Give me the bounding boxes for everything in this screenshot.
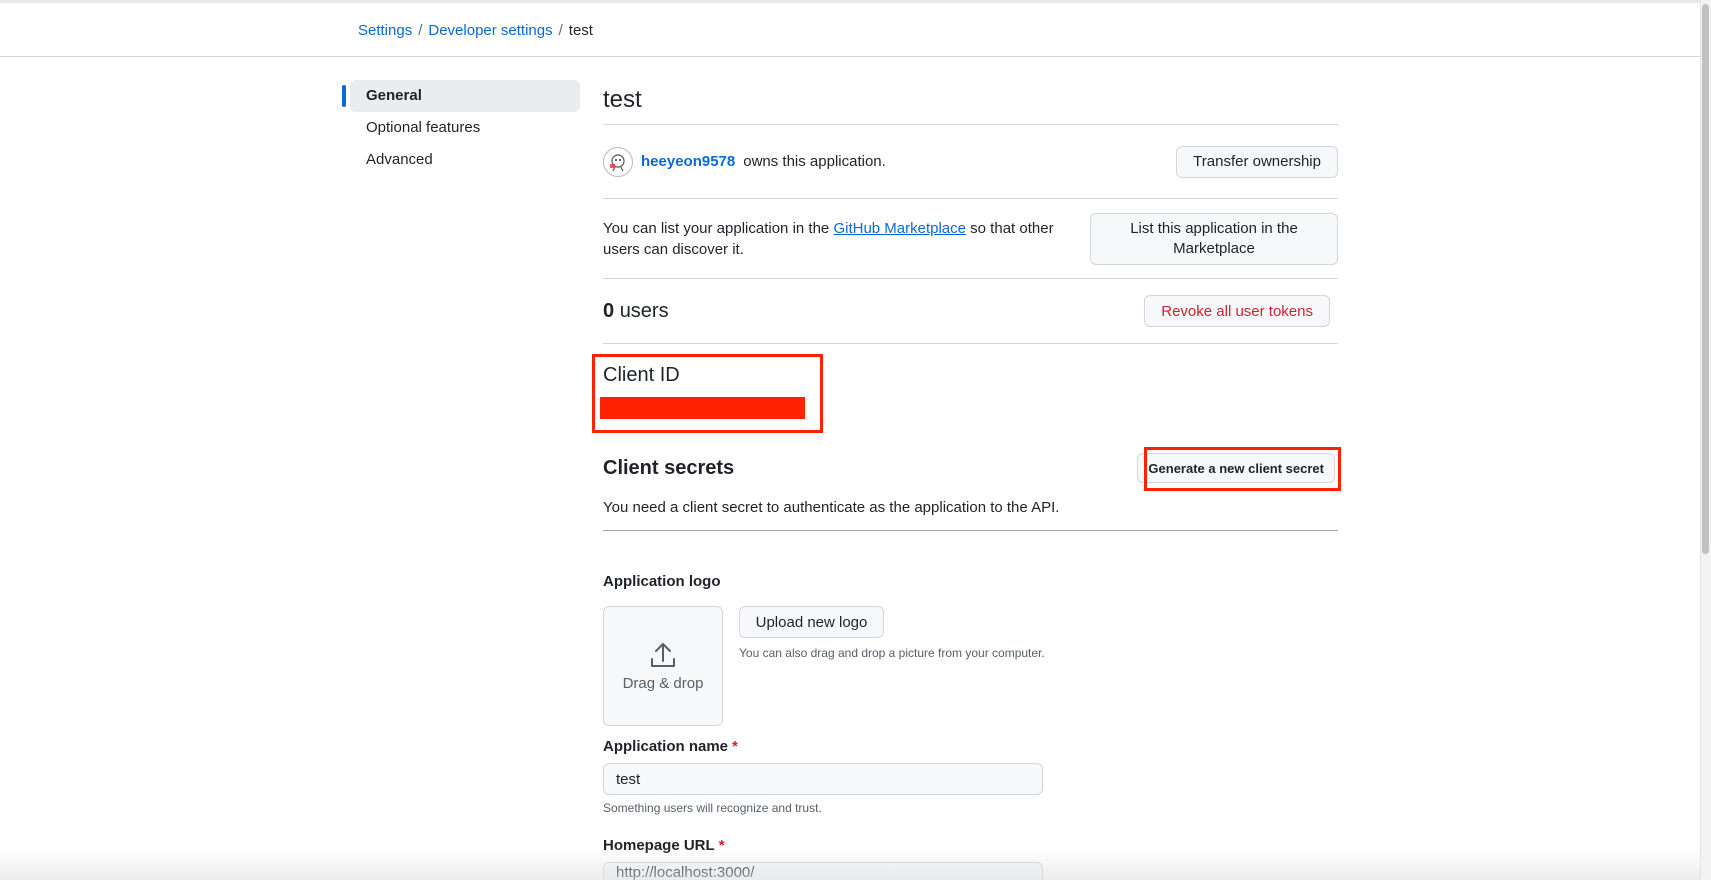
page-title: test	[603, 80, 1338, 125]
breadcrumb-settings-link[interactable]: Settings	[358, 22, 412, 39]
scrollbar-thumb[interactable]	[1702, 4, 1709, 554]
application-name-label: Application name *	[603, 738, 1338, 755]
owner-suffix: owns this application.	[743, 153, 886, 170]
users-count-number: 0	[603, 299, 615, 322]
marketplace-text-before: You can list your application in the	[603, 219, 830, 237]
marketplace-text: You can list your application in the Git…	[603, 218, 1073, 260]
sidebar-item-advanced[interactable]: Advanced	[350, 144, 580, 176]
users-count: 0 users	[603, 300, 669, 323]
client-secrets-section: Client secrets You need a client secret …	[603, 444, 1341, 531]
application-name-input[interactable]	[603, 763, 1043, 795]
users-count-label: users	[619, 299, 669, 322]
transfer-ownership-button[interactable]: Transfer ownership	[1176, 145, 1338, 178]
sidebar-item-general[interactable]: General	[342, 80, 580, 112]
client-secrets-description: You need a client secret to authenticate…	[603, 499, 1060, 516]
generate-secret-highlight-box	[1144, 447, 1341, 491]
upload-column: Upload new logo You can also drag and dr…	[739, 606, 1045, 726]
breadcrumb-separator: /	[418, 22, 423, 39]
client-id-section: Client ID	[592, 344, 1338, 444]
avatar-illustration-icon	[610, 153, 625, 171]
homepage-url-label-text: Homepage URL	[603, 837, 715, 854]
breadcrumb-developer-settings-link[interactable]: Developer settings	[428, 22, 552, 39]
marketplace-row: You can list your application in the Git…	[603, 199, 1338, 279]
application-name-hint: Something users will recognize and trust…	[603, 801, 822, 815]
breadcrumb-separator: /	[558, 22, 563, 39]
page-header: Settings / Developer settings / test	[0, 3, 1700, 57]
application-name-label-text: Application name	[603, 738, 729, 755]
required-asterisk: *	[718, 837, 725, 854]
logo-dropzone[interactable]: Drag & drop	[603, 606, 723, 726]
upload-icon	[651, 642, 675, 667]
required-asterisk: *	[732, 738, 738, 755]
breadcrumb-current: test	[568, 22, 593, 39]
users-row: 0 users Revoke all user tokens	[603, 279, 1338, 344]
scrollbar[interactable]	[1700, 0, 1711, 880]
sidebar-item-optional-features[interactable]: Optional features	[350, 112, 580, 144]
revoke-all-user-tokens-button[interactable]: Revoke all user tokens	[1144, 295, 1330, 327]
main-content: test heeyeon9578 owns this application. …	[592, 80, 1341, 880]
upload-new-logo-button[interactable]: Upload new logo	[739, 606, 884, 638]
upload-hint: You can also drag and drop a picture fro…	[739, 646, 1045, 660]
owner-info: heeyeon9578 owns this application.	[603, 146, 886, 177]
client-id-highlight-box	[592, 354, 823, 433]
github-marketplace-link[interactable]: GitHub Marketplace	[833, 220, 966, 237]
homepage-url-input[interactable]	[603, 862, 1043, 880]
application-logo-label: Application logo	[603, 573, 721, 590]
dropzone-text: Drag & drop	[622, 674, 704, 692]
list-in-marketplace-button[interactable]: List this application in the Marketplace	[1090, 212, 1338, 265]
owner-link[interactable]: heeyeon9578	[641, 153, 735, 170]
client-secrets-heading: Client secrets	[603, 457, 735, 479]
homepage-url-label: Homepage URL *	[603, 837, 1338, 854]
avatar[interactable]	[603, 146, 633, 177]
settings-sidebar: General Optional features Advanced	[342, 80, 580, 176]
breadcrumb: Settings / Developer settings / test	[358, 22, 593, 39]
application-logo-row: Drag & drop Upload new logo You can also…	[603, 606, 1338, 726]
owner-row: heeyeon9578 owns this application. Trans…	[603, 125, 1338, 199]
